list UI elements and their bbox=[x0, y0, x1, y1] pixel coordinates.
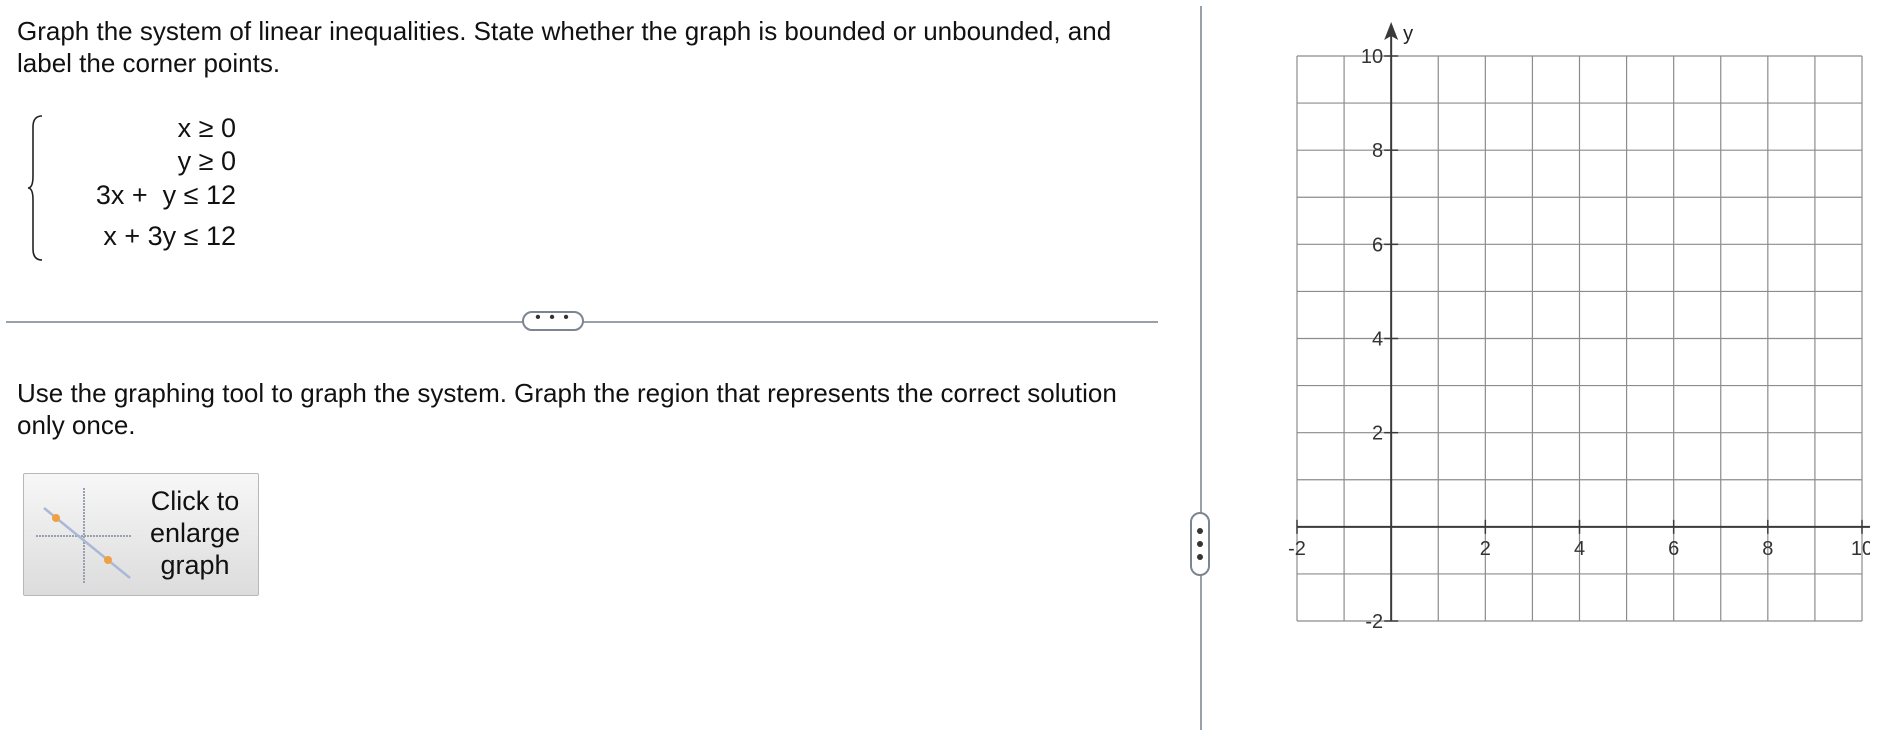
x-tick-label: 10 bbox=[1851, 538, 1870, 560]
x-tick-label: 6 bbox=[1668, 538, 1679, 560]
inequality-system: x ≥ 0 y ≥ 0 3x + y ≤ 12 x + 3y ≤ 12 bbox=[26, 113, 266, 263]
tool-instruction: Use the graphing tool to graph the syste… bbox=[17, 378, 1117, 440]
y-tick-label: 10 bbox=[1361, 46, 1383, 68]
enlarge-label-line: enlarge bbox=[149, 518, 241, 548]
left-brace bbox=[27, 115, 43, 261]
enlarge-graph-button[interactable]: Click to enlarge graph bbox=[23, 473, 259, 596]
expand-handle[interactable]: • • • bbox=[522, 310, 584, 331]
x-tick-label: 8 bbox=[1762, 538, 1773, 560]
x-tick-label: -2 bbox=[1288, 538, 1306, 560]
question-pane: Graph the system of linear inequalities.… bbox=[0, 0, 1178, 730]
y-tick-label: -2 bbox=[1365, 611, 1383, 633]
problem-instruction: Graph the system of linear inequalities.… bbox=[17, 16, 1112, 78]
y-tick-label: 2 bbox=[1372, 423, 1383, 445]
y-axis-label: y bbox=[1403, 23, 1413, 45]
enlarge-label-line: graph bbox=[160, 550, 230, 580]
graph-area[interactable]: xy-2246810-2246810 bbox=[1270, 14, 1870, 634]
inequality-2: y ≥ 0 bbox=[177, 146, 236, 176]
x-tick-label: 2 bbox=[1480, 538, 1491, 560]
enlarge-graph-label: Click to enlarge graph bbox=[136, 485, 254, 581]
enlarge-label-line: Click to bbox=[150, 486, 240, 516]
y-tick-label: 6 bbox=[1372, 234, 1383, 256]
inequality-4: x + 3y ≤ 12 bbox=[103, 221, 236, 251]
y-tick-label: 8 bbox=[1372, 140, 1383, 162]
inequality-3: 3x + y ≤ 12 bbox=[95, 180, 236, 210]
pane-splitter-handle[interactable] bbox=[1190, 512, 1210, 576]
graph-thumbnail-icon bbox=[36, 488, 132, 584]
inequality-1: x ≥ 0 bbox=[177, 113, 236, 143]
pane-splitter bbox=[1200, 6, 1202, 730]
x-tick-label: 4 bbox=[1574, 538, 1585, 560]
y-tick-label: 4 bbox=[1372, 329, 1383, 351]
